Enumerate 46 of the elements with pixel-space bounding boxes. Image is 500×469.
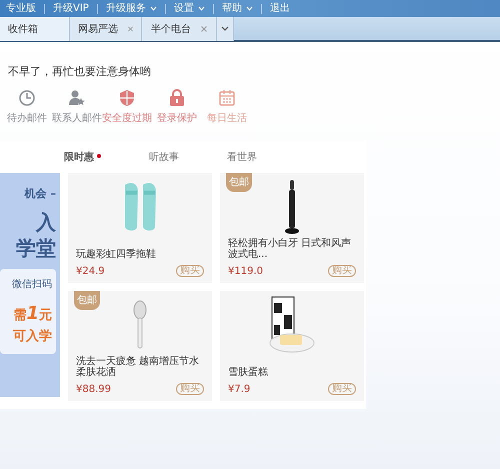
feed-tab[interactable]: 限时惠	[64, 150, 101, 164]
chevron-down-icon	[221, 26, 229, 32]
product-name: 轻松拥有小白牙 日式和风声波式电...	[228, 238, 352, 260]
mail-tab[interactable]: 收件箱	[0, 17, 70, 41]
toothbrush-image	[284, 178, 300, 234]
showerhead-image	[133, 300, 147, 349]
offer-text: 可入学	[12, 328, 52, 346]
shortcut-link[interactable]: 待办邮件	[7, 110, 47, 126]
banner-text: 学堂	[15, 234, 57, 260]
product-price: ¥88.99	[76, 382, 111, 396]
shortcut-link[interactable]: 登录保护	[157, 110, 197, 126]
banner-text: 入	[34, 208, 57, 234]
feed-tab[interactable]: 看世界	[227, 150, 257, 164]
top-nav-link[interactable]: 专业版	[6, 2, 36, 14]
chevron-down-icon	[150, 6, 157, 11]
banner-text: 机会 –	[23, 186, 57, 202]
top-nav-link[interactable]: 退出	[270, 2, 290, 14]
shortcut-link[interactable]: 每日生活	[207, 110, 247, 126]
cake-image	[269, 296, 315, 353]
top-nav-link[interactable]: 设置	[174, 2, 205, 14]
product-price: ¥119.0	[228, 264, 263, 278]
free-shipping-tag: 包邮	[226, 172, 252, 192]
scan-instruction: 微信扫码	[11, 278, 52, 292]
shortcut-link[interactable]: 联系人邮件	[52, 110, 102, 126]
product-price: ¥7.9	[228, 382, 250, 396]
slippers-image	[124, 182, 156, 232]
close-icon[interactable]	[128, 26, 133, 32]
product-name: 雪肤蛋糕	[228, 366, 269, 378]
shortcut-link[interactable]: 安全度过期	[102, 110, 152, 126]
product-price: ¥24.9	[76, 264, 105, 278]
close-icon[interactable]	[201, 26, 207, 32]
chevron-down-icon	[198, 6, 205, 11]
mail-tab[interactable]: 网易严选	[70, 17, 142, 41]
offer-text: 需1元	[12, 302, 52, 326]
feed-tab[interactable]: 听故事	[149, 150, 179, 164]
top-nav-link[interactable]: 升级服务	[106, 2, 157, 14]
top-nav-link[interactable]: 升级VIP	[53, 2, 89, 14]
mail-tab[interactable]: 半个电台	[142, 17, 217, 41]
chevron-down-icon	[246, 6, 253, 11]
greeting-text: 不早了，再忙也要注意身体哟	[8, 64, 152, 80]
product-name: 洗去一天疲惫 越南增压节水柔肤花洒	[76, 356, 200, 378]
tab-menu-button[interactable]	[217, 17, 234, 41]
free-shipping-tag: 包邮	[74, 290, 100, 310]
top-nav-link[interactable]: 帮助	[222, 2, 253, 14]
product-name: 玩趣彩虹四季拖鞋	[76, 248, 157, 260]
promo-banner[interactable]: 机会 – 入 学堂 微信扫码 需1元 可入学	[0, 172, 60, 396]
